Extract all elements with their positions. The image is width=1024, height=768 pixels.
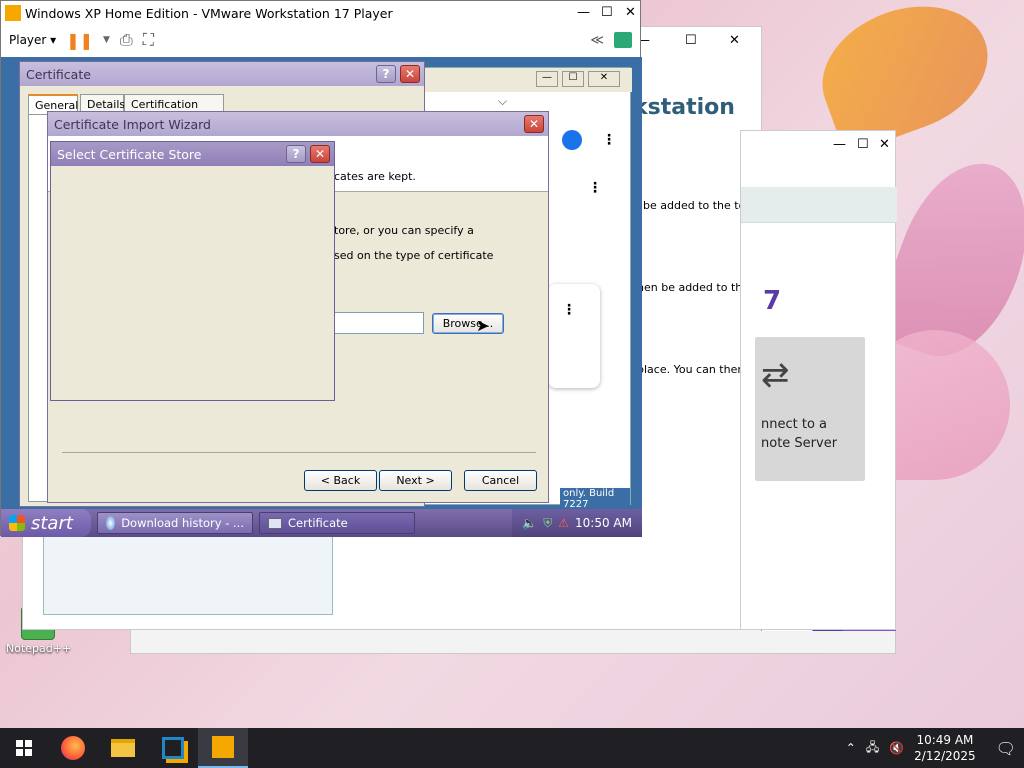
certificate-icon [268, 517, 282, 529]
firefox-icon [61, 736, 85, 760]
host-window-right: — ☐ ✕ 7 ⇄ nnect to a note Server [740, 130, 897, 630]
chevron-down-icon[interactable]: ⌵ [498, 94, 507, 109]
close-button[interactable]: ✕ [400, 65, 420, 83]
card-line: note Server [761, 436, 838, 451]
cancel-button[interactable]: Cancel [464, 470, 537, 491]
connect-remote-card[interactable]: ⇄ nnect to a note Server [755, 337, 865, 481]
help-button[interactable]: ? [376, 65, 396, 83]
clock-time: 10:49 AM [916, 733, 974, 747]
task-label: Certificate [288, 516, 348, 530]
text-line: hen be added to the [637, 281, 749, 294]
swap-arrows-icon: ⇄ [761, 355, 790, 395]
select-store-dialog: Select Certificate Store ? ✕ [50, 141, 335, 401]
xp-clock: 10:50 AM [575, 516, 632, 530]
taskbar-file-explorer[interactable] [98, 728, 148, 768]
back-button[interactable]: < Back [304, 470, 377, 491]
account-icon[interactable] [562, 130, 582, 150]
network-icon[interactable]: 🖧 [866, 738, 879, 759]
xp-taskbar: start Download history - ... Certificate… [1, 509, 642, 537]
maximize-button[interactable]: ☐ [685, 33, 697, 48]
taskbar-vmware-player[interactable] [198, 728, 248, 768]
windows-logo-icon [9, 515, 25, 531]
vmware-player-icon [212, 736, 234, 758]
heading-fragment: kstation [633, 95, 735, 120]
minimize-button[interactable]: — [833, 137, 846, 152]
vmware-toolbar: Player ▾ ❚❚ ▼ ⎙ ⛶ ≪ [1, 25, 640, 55]
text-line: be added to the top [643, 199, 753, 212]
chevron-up-icon[interactable]: ⌃ [846, 741, 856, 755]
close-button[interactable]: ✕ [625, 5, 636, 20]
close-button[interactable]: ✕ [879, 137, 890, 152]
volume-muted-icon[interactable]: 🔇 [889, 741, 904, 755]
card-line: nnect to a [761, 417, 828, 432]
wizard-text: cates are kept. [334, 170, 416, 183]
host-taskbar: ⌃ 🖧 🔇 10:49 AM 2/12/2025 🗨 [0, 728, 1024, 768]
maximize-button[interactable]: ☐ [562, 71, 584, 87]
certificate-title: Certificate [26, 66, 91, 82]
store-dialog-title: Select Certificate Store [57, 146, 202, 162]
taskbar-vmware[interactable] [148, 728, 198, 768]
more-options-icon[interactable]: ⋮ [602, 132, 616, 148]
download-item-card[interactable]: ⋮ [548, 284, 600, 388]
close-button[interactable]: ✕ [729, 33, 740, 48]
close-button[interactable]: ✕ [524, 115, 544, 133]
host-clock[interactable]: 10:49 AM 2/12/2025 [914, 732, 976, 764]
mouse-cursor-icon: ➤ [476, 316, 490, 335]
wizard-title-bar[interactable]: Certificate Import Wizard ✕ [48, 112, 548, 136]
browser-icon [106, 516, 116, 530]
help-button[interactable]: ? [286, 145, 306, 163]
folder-icon [111, 739, 135, 757]
maximize-button[interactable]: ☐ [601, 5, 613, 20]
close-button[interactable]: ✕ [588, 71, 620, 87]
next-button[interactable]: Next > [379, 470, 452, 491]
browse-button[interactable]: Browse... [432, 313, 504, 334]
taskbar-firefox[interactable] [48, 728, 98, 768]
start-button[interactable] [0, 728, 48, 768]
build-text: only. Build 7227 [560, 488, 630, 510]
more-options-icon[interactable]: ⋮ [562, 302, 576, 318]
chevron-down-icon[interactable]: ▼ [103, 35, 110, 45]
security-shield-icon[interactable]: ⛨ [543, 516, 552, 531]
task-label: Download history - ... [121, 516, 244, 530]
start-label: start [31, 512, 73, 534]
taskbar-item-certificate[interactable]: Certificate [259, 512, 415, 534]
version-fragment: 7 [763, 286, 782, 316]
windows-logo-icon [16, 740, 32, 756]
notifications-icon[interactable]: 🗨 [996, 739, 1016, 758]
wizard-text: tore, or you can specify a [334, 224, 474, 237]
fullscreen-icon[interactable]: ⛶ [143, 30, 154, 50]
more-options-icon[interactable]: ⋮ [588, 180, 602, 196]
vm-screen[interactable]: — ☐ ✕ ⌵ ⋮ ⋮ ⋮ only. Build 7227 Certifica… [1, 57, 642, 537]
vmware-title-bar[interactable]: Windows XP Home Edition - VMware Worksta… [1, 1, 640, 25]
wizard-title: Certificate Import Wizard [54, 116, 211, 132]
player-menu[interactable]: Player ▾ [9, 33, 56, 47]
maximize-button[interactable]: ☐ [857, 137, 869, 152]
minimize-button[interactable]: — [577, 5, 590, 20]
send-ctrl-alt-del-icon[interactable]: ⎙ [120, 30, 133, 50]
close-button[interactable]: ✕ [310, 145, 330, 163]
start-button[interactable]: start [1, 509, 91, 537]
taskbar-item-download-history[interactable]: Download history - ... [97, 512, 253, 534]
store-title-bar[interactable]: Select Certificate Store ? ✕ [51, 142, 334, 166]
clock-date: 2/12/2025 [914, 749, 976, 763]
network-warning-icon[interactable]: ⚠ [558, 516, 569, 530]
vmware-icon [162, 737, 184, 759]
certificate-title-bar[interactable]: Certificate ? ✕ [20, 62, 424, 86]
desktop-icon-label: Notepad++ [6, 642, 72, 655]
xp-system-tray: 🔈 ⛨ ⚠ 10:50 AM [512, 509, 642, 537]
vmware-player-window: Windows XP Home Edition - VMware Worksta… [0, 0, 642, 537]
unity-icon[interactable] [614, 32, 632, 48]
volume-icon[interactable]: 🔈 [522, 516, 537, 530]
wizard-text: sed on the type of certificate [334, 249, 494, 262]
minimize-button[interactable]: — [536, 71, 558, 87]
pause-icon[interactable]: ❚❚ [66, 31, 93, 50]
host-system-tray: ⌃ 🖧 🔇 10:49 AM 2/12/2025 🗨 [846, 732, 1024, 764]
vmware-logo-icon [5, 5, 21, 21]
certificate-store-field[interactable] [334, 312, 424, 334]
vmware-title: Windows XP Home Edition - VMware Worksta… [25, 5, 393, 21]
text-line: place. You can then [637, 363, 745, 376]
collapse-toolbar-icon[interactable]: ≪ [590, 33, 604, 48]
